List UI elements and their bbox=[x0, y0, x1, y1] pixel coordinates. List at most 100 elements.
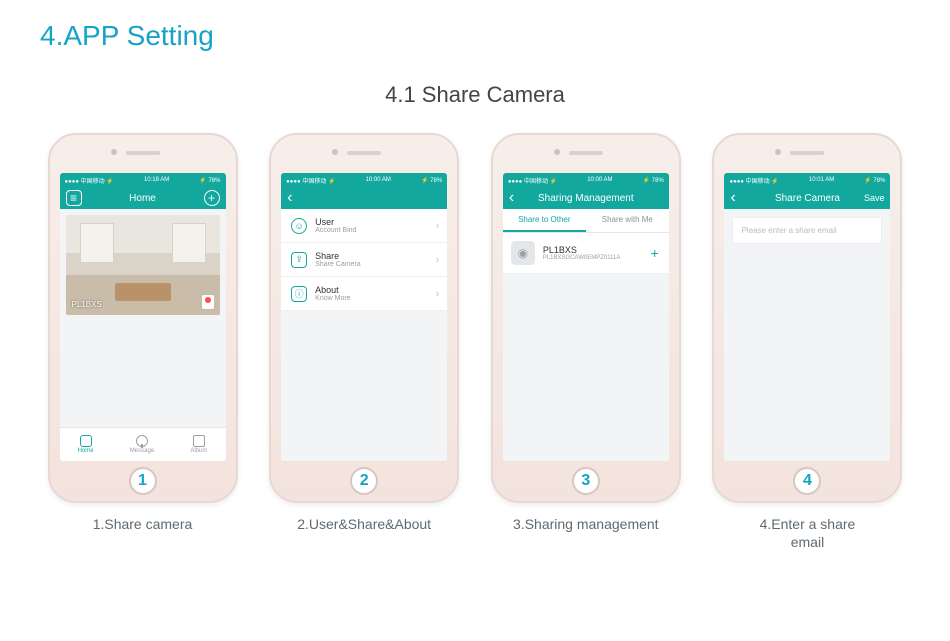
subtab-share-with-me[interactable]: Share with Me bbox=[586, 209, 669, 232]
about-icon: ⓘ bbox=[291, 286, 307, 302]
header-title: Sharing Management bbox=[538, 193, 634, 204]
carrier-label: ●●●● 中国移动 ⚡ bbox=[508, 176, 557, 185]
phones-row: ●●●● 中国移动 ⚡ 10:18 AM ⚡ 78% ≡ Home + bbox=[40, 133, 910, 551]
share-icon: ⇪ bbox=[291, 252, 307, 268]
tab-label: Message bbox=[130, 448, 154, 454]
step-badge: 3 bbox=[572, 467, 600, 495]
app-header bbox=[281, 187, 447, 209]
add-share-button[interactable]: + bbox=[651, 245, 659, 261]
screen: ●●●● 中国移动 ⚡ 10:00 AM ⚡ 78% ☺ User Accoun… bbox=[281, 173, 447, 461]
caption: 1.Share camera bbox=[93, 515, 193, 533]
row-subtitle: Know More bbox=[315, 295, 350, 302]
chevron-right-icon: › bbox=[435, 220, 439, 232]
back-button[interactable] bbox=[281, 187, 298, 209]
album-icon bbox=[193, 435, 205, 447]
settings-list: ☺ User Account Bind › ⇪ Share Share Came… bbox=[281, 209, 447, 461]
caption: 4.Enter a share email bbox=[760, 515, 856, 551]
phone-frame: ●●●● 中国移动 ⚡ 10:18 AM ⚡ 78% ≡ Home + bbox=[48, 133, 238, 503]
battery-label: ⚡ 78% bbox=[864, 177, 885, 184]
battery-label: ⚡ 78% bbox=[421, 177, 442, 184]
section-subtitle: 4.1 Share Camera bbox=[40, 82, 910, 108]
phone-3: ●●●● 中国移动 ⚡ 10:00 AM ⚡ 78% Sharing Manag… bbox=[483, 133, 688, 551]
front-camera-dot bbox=[332, 149, 338, 155]
tab-message[interactable]: Message bbox=[130, 435, 154, 454]
front-camera-dot bbox=[111, 149, 117, 155]
status-time: 10:00 AM bbox=[587, 177, 612, 183]
menu-button[interactable]: ≡ bbox=[60, 187, 88, 209]
save-label: Save bbox=[864, 193, 885, 203]
screen: ●●●● 中国移动 ⚡ 10:01 AM ⚡ 78% Share Camera … bbox=[724, 173, 890, 461]
row-title: User bbox=[315, 217, 356, 227]
row-title: About bbox=[315, 285, 350, 295]
back-button[interactable] bbox=[724, 187, 741, 209]
carrier-label: ●●●● 中国移动 ⚡ bbox=[729, 176, 778, 185]
step-badge: 4 bbox=[793, 467, 821, 495]
alarm-icon bbox=[202, 295, 214, 309]
share-email-input[interactable]: Please enter a share email bbox=[732, 217, 882, 244]
status-time: 10:00 AM bbox=[366, 177, 391, 183]
app-header: Sharing Management bbox=[503, 187, 669, 209]
camera-icon: ◉ bbox=[511, 241, 535, 265]
battery-label: ⚡ 78% bbox=[199, 177, 220, 184]
plus-icon: + bbox=[204, 190, 220, 206]
chevron-right-icon: › bbox=[435, 288, 439, 300]
tab-label: Album bbox=[190, 448, 207, 454]
screen: ●●●● 中国移动 ⚡ 10:18 AM ⚡ 78% ≡ Home + bbox=[60, 173, 226, 461]
phone-frame: ●●●● 中国移动 ⚡ 10:00 AM ⚡ 78% Sharing Manag… bbox=[491, 133, 681, 503]
status-bar: ●●●● 中国移动 ⚡ 10:00 AM ⚡ 78% bbox=[281, 173, 447, 187]
phone-4: ●●●● 中国移动 ⚡ 10:01 AM ⚡ 78% Share Camera … bbox=[705, 133, 910, 551]
add-button[interactable]: + bbox=[198, 187, 226, 209]
tab-home[interactable]: Home bbox=[78, 435, 94, 454]
camera-tile[interactable]: PL1BXS bbox=[66, 215, 220, 315]
tab-bar: Home Message Album bbox=[60, 427, 226, 461]
status-time: 10:18 AM bbox=[144, 177, 169, 183]
tab-label: Home bbox=[78, 448, 94, 454]
phone-frame: ●●●● 中国移动 ⚡ 10:00 AM ⚡ 78% ☺ User Accoun… bbox=[269, 133, 459, 503]
camera-name-label: PL1BXS bbox=[72, 300, 102, 309]
row-subtitle: Account Bind bbox=[315, 227, 356, 234]
header-title: Home bbox=[129, 193, 156, 204]
settings-row-about[interactable]: ⓘ About Know More › bbox=[281, 277, 447, 311]
settings-row-user[interactable]: ☺ User Account Bind › bbox=[281, 209, 447, 243]
status-bar: ●●●● 中国移动 ⚡ 10:01 AM ⚡ 78% bbox=[724, 173, 890, 187]
step-badge: 2 bbox=[350, 467, 378, 495]
message-icon bbox=[136, 435, 148, 447]
app-header: ≡ Home + bbox=[60, 187, 226, 209]
subtab-share-to-other[interactable]: Share to Other bbox=[503, 209, 586, 232]
step-badge: 1 bbox=[129, 467, 157, 495]
front-camera-dot bbox=[554, 149, 560, 155]
device-row[interactable]: ◉ PL1BXS PL1BXSGCAW0EMPZ0111A + bbox=[503, 233, 669, 274]
content-area: PL1BXS bbox=[60, 209, 226, 427]
content-area: Share to Other Share with Me ◉ PL1BXS PL… bbox=[503, 209, 669, 461]
phone-1: ●●●● 中国移动 ⚡ 10:18 AM ⚡ 78% ≡ Home + bbox=[40, 133, 245, 551]
screen: ●●●● 中国移动 ⚡ 10:00 AM ⚡ 78% Sharing Manag… bbox=[503, 173, 669, 461]
save-button[interactable]: Save bbox=[858, 187, 891, 209]
room-window-icon bbox=[80, 223, 114, 263]
home-icon bbox=[80, 435, 92, 447]
status-bar: ●●●● 中国移动 ⚡ 10:00 AM ⚡ 78% bbox=[503, 173, 669, 187]
user-icon: ☺ bbox=[291, 218, 307, 234]
room-window-icon bbox=[172, 223, 206, 263]
phone-2: ●●●● 中国移动 ⚡ 10:00 AM ⚡ 78% ☺ User Accoun… bbox=[262, 133, 467, 551]
status-time: 10:01 AM bbox=[809, 177, 834, 183]
carrier-label: ●●●● 中国移动 ⚡ bbox=[286, 176, 335, 185]
row-subtitle: Share Camera bbox=[315, 261, 361, 268]
section-title: 4.APP Setting bbox=[40, 20, 910, 52]
room-table-icon bbox=[115, 283, 171, 301]
status-bar: ●●●● 中国移动 ⚡ 10:18 AM ⚡ 78% bbox=[60, 173, 226, 187]
content-area: Please enter a share email bbox=[724, 209, 890, 461]
header-title: Share Camera bbox=[775, 193, 840, 204]
back-button[interactable] bbox=[503, 187, 520, 209]
sub-tabs: Share to Other Share with Me bbox=[503, 209, 669, 233]
device-name: PL1BXS bbox=[543, 245, 621, 255]
caption: 3.Sharing management bbox=[513, 515, 659, 533]
row-title: Share bbox=[315, 251, 361, 261]
menu-icon: ≡ bbox=[66, 190, 82, 206]
battery-label: ⚡ 78% bbox=[643, 177, 664, 184]
front-camera-dot bbox=[775, 149, 781, 155]
app-header: Share Camera Save bbox=[724, 187, 890, 209]
carrier-label: ●●●● 中国移动 ⚡ bbox=[65, 176, 114, 185]
settings-row-share[interactable]: ⇪ Share Share Camera › bbox=[281, 243, 447, 277]
tab-album[interactable]: Album bbox=[190, 435, 207, 454]
caption: 2.User&Share&About bbox=[297, 515, 431, 533]
